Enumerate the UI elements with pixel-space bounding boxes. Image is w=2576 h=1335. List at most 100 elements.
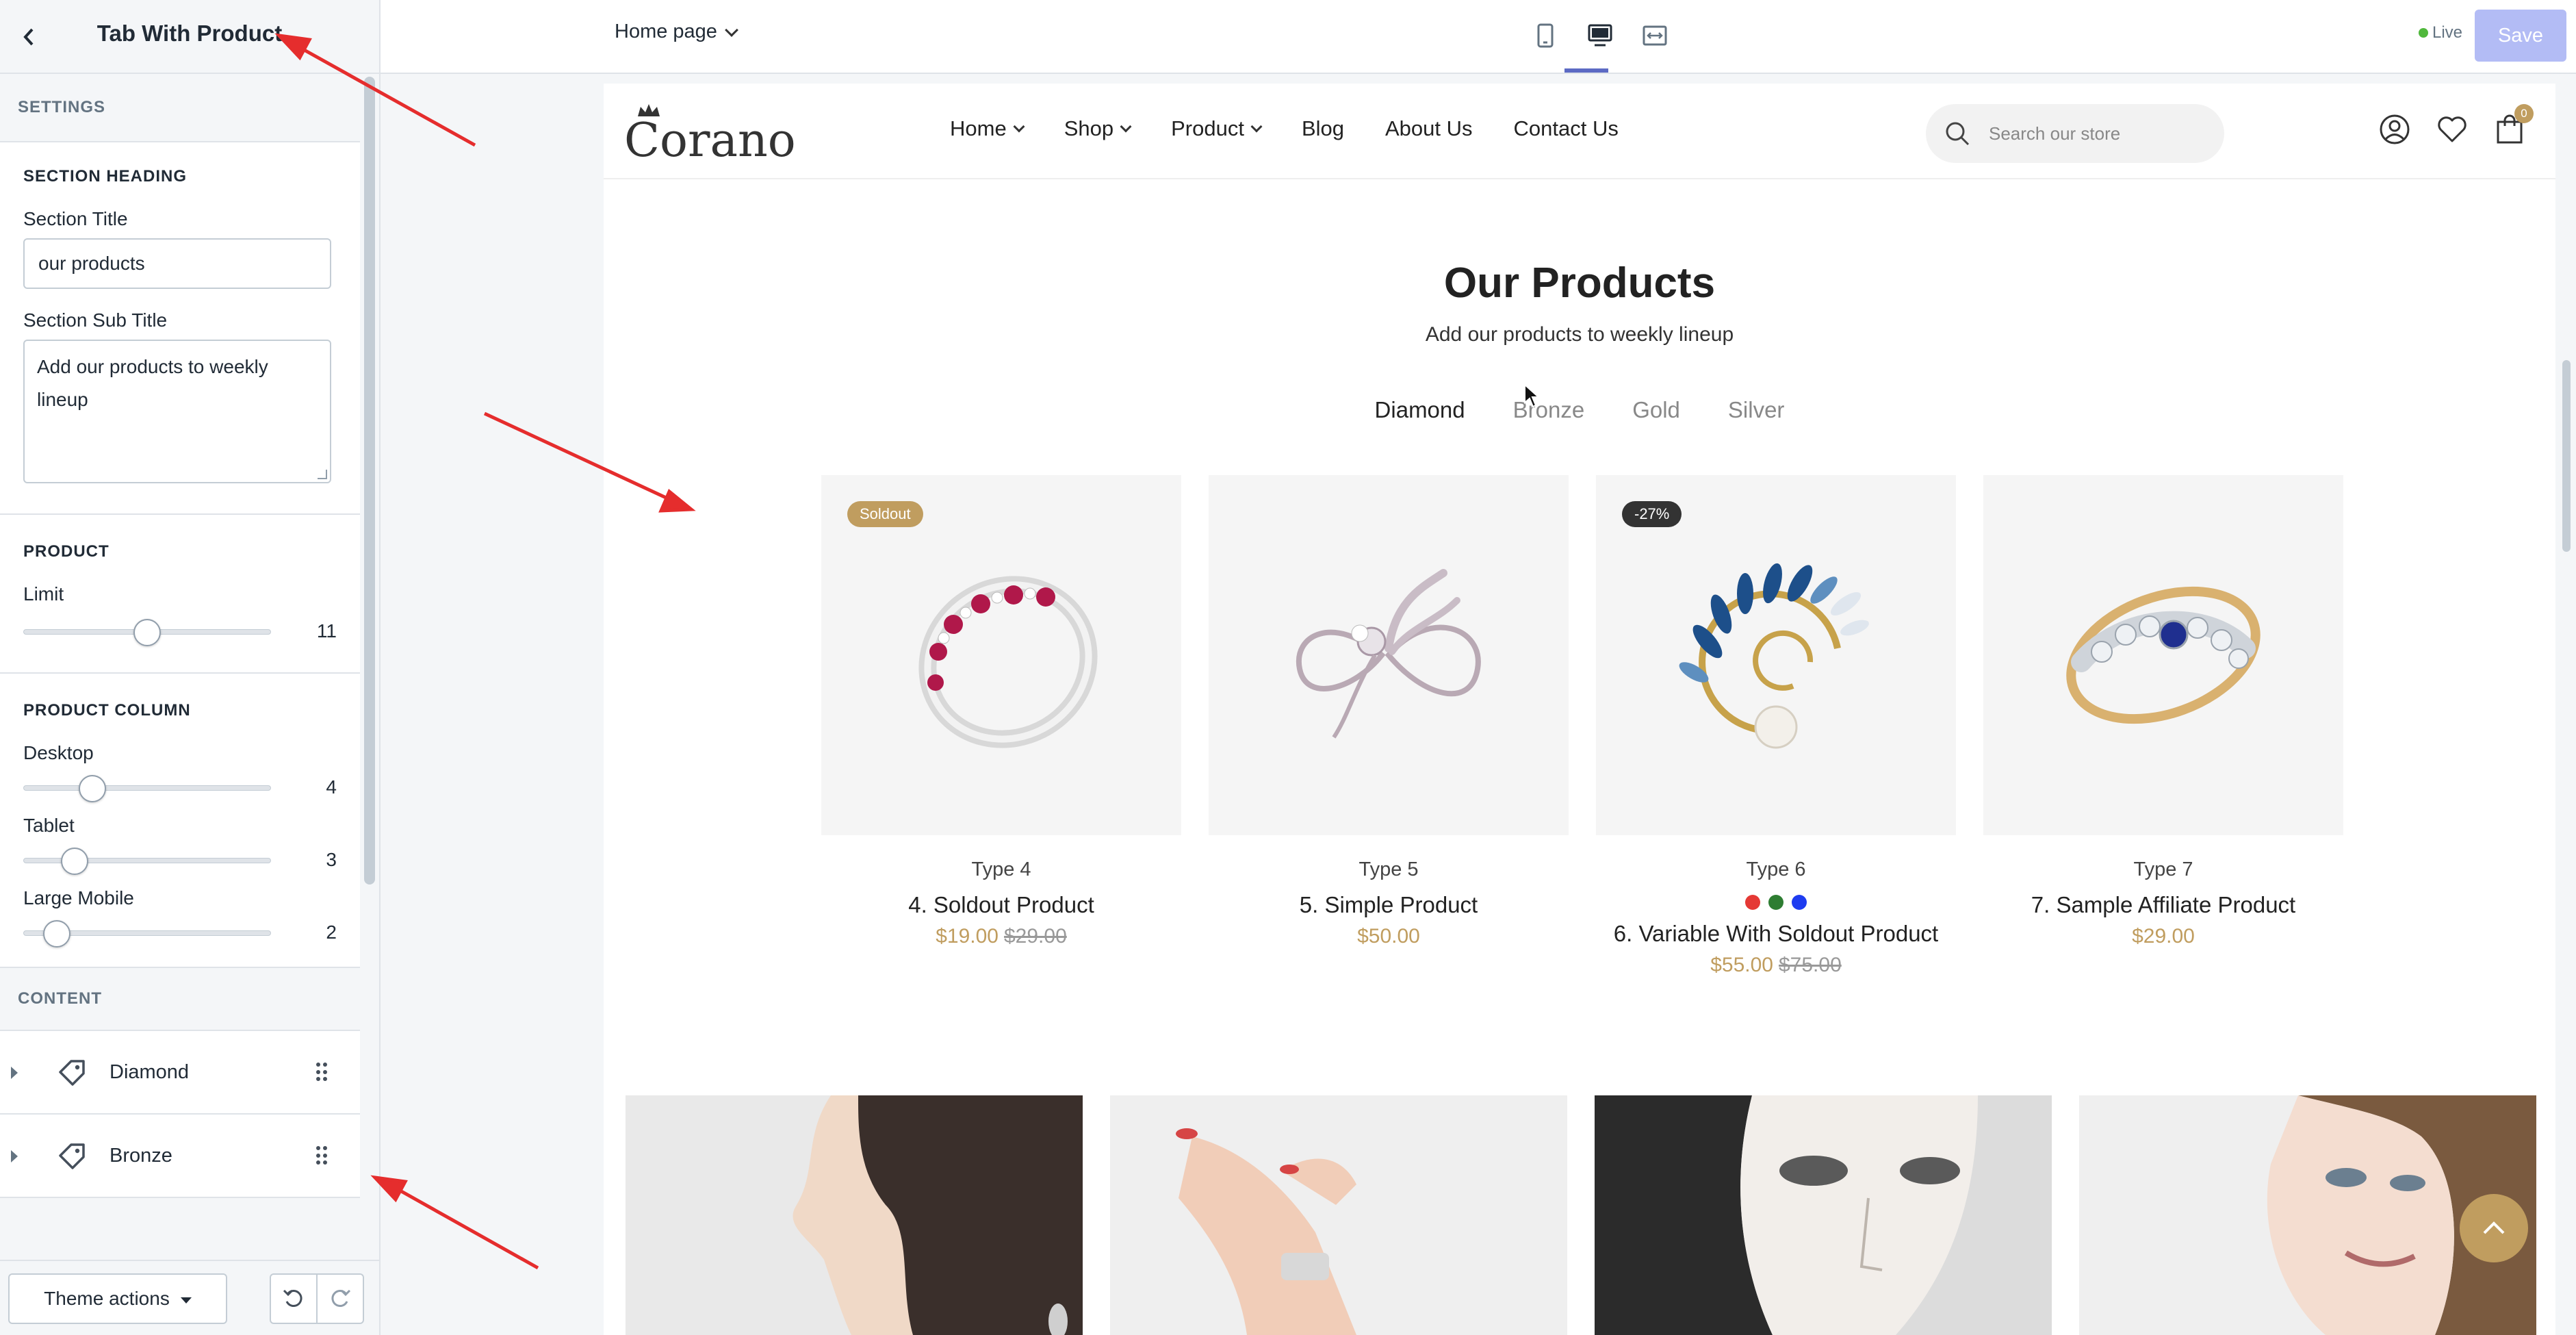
product-card[interactable]: Type 7 7. Sample Affiliate Product $29.0… — [1983, 475, 2343, 948]
mobile-view-button[interactable] — [1530, 19, 1560, 52]
nav-item-contact[interactable]: Contact Us — [1514, 116, 1619, 141]
product-price: $29.00 — [2132, 925, 2195, 948]
limit-slider[interactable]: 11 — [23, 611, 337, 652]
nav-label: Product — [1171, 116, 1244, 140]
section-title: Our Products — [1443, 259, 1716, 307]
block-label-bronze: Bronze — [110, 1144, 172, 1167]
product-card[interactable]: Soldout Type 4 4. Soldout Product $19.00… — [821, 475, 1181, 948]
product-type: Type 5 — [1358, 859, 1419, 880]
back-to-top-button[interactable] — [2460, 1194, 2528, 1262]
chevron-up-icon — [2483, 1221, 2505, 1234]
nav-item-home[interactable]: Home — [950, 116, 1025, 141]
chevron-down-icon — [725, 23, 738, 37]
desktop-slider[interactable]: 4 — [23, 767, 337, 808]
drag-handle-icon[interactable] — [316, 1063, 327, 1082]
large-mobile-slider[interactable]: 2 — [23, 912, 337, 953]
page-selector[interactable]: Home page — [615, 21, 738, 43]
tab-diamond[interactable]: Diamond — [1375, 397, 1465, 423]
sidebar-title: Tab With Product — [96, 21, 283, 46]
chevron-down-icon — [1250, 120, 1263, 133]
store-search-input[interactable]: Search our store — [1926, 104, 2224, 163]
product-card[interactable]: Type 5 5. Simple Product $50.00 — [1209, 475, 1569, 948]
tablet-value: 3 — [326, 849, 337, 870]
store-preview[interactable]: Corano Home Shop Product Blog About Us C… — [604, 84, 2555, 1335]
desktop-slider-track[interactable] — [23, 785, 271, 791]
user-icon — [2380, 114, 2410, 144]
store-logo[interactable]: Corano — [624, 114, 796, 168]
caret-down-icon — [180, 1297, 192, 1304]
banner-image-earring[interactable] — [626, 1095, 1083, 1335]
block-item-bronze[interactable]: Bronze — [0, 1115, 360, 1198]
product-name[interactable]: 5. Simple Product — [1209, 892, 1569, 918]
wishlist-button[interactable] — [2435, 111, 2469, 148]
theme-actions-button[interactable]: Theme actions — [8, 1273, 227, 1324]
product-image[interactable] — [1209, 475, 1569, 835]
banner-image-hand[interactable] — [1110, 1095, 1567, 1335]
limit-slider-thumb[interactable] — [133, 619, 161, 646]
cart-button[interactable]: 0 — [2493, 104, 2534, 148]
live-dot-icon — [2419, 28, 2428, 38]
product-name[interactable]: 4. Soldout Product — [821, 892, 1181, 918]
sidebar-settings-panel[interactable]: SETTINGS SECTION HEADING Section Title o… — [0, 74, 360, 1260]
product-image[interactable] — [1983, 475, 2343, 835]
product-image[interactable]: Soldout — [821, 475, 1181, 835]
account-button[interactable] — [2378, 111, 2412, 148]
fullwidth-view-button[interactable] — [1640, 19, 1670, 52]
mobile-icon — [1537, 23, 1554, 48]
section-subtitle-textarea[interactable]: Add our products to weekly lineup — [23, 340, 331, 483]
swatch-green[interactable] — [1768, 895, 1783, 910]
tablet-slider[interactable]: 3 — [23, 839, 337, 880]
redo-button[interactable] — [316, 1273, 364, 1324]
desktop-value: 4 — [326, 776, 337, 798]
product-name[interactable]: 7. Sample Affiliate Product — [1983, 892, 2343, 918]
sidebar-scrollbar[interactable] — [364, 77, 375, 885]
redo-icon — [331, 1289, 351, 1307]
undo-icon — [283, 1289, 302, 1307]
caret-right-icon[interactable] — [11, 1067, 18, 1079]
product-type: Type 4 — [971, 859, 1031, 880]
desktop-view-button[interactable] — [1585, 19, 1615, 52]
soldout-badge: Soldout — [847, 501, 923, 527]
product-name[interactable]: 6. Variable With Soldout Product — [1596, 921, 1956, 947]
swatch-blue[interactable] — [1792, 895, 1807, 910]
product-prices: $55.00 $75.00 — [1596, 954, 1956, 977]
save-button[interactable]: Save — [2475, 10, 2566, 62]
swatch-red[interactable] — [1745, 895, 1760, 910]
undo-button[interactable] — [270, 1273, 318, 1324]
product-card: PRODUCT Limit 11 — [0, 515, 360, 674]
product-type: Type 7 — [2133, 859, 2193, 880]
editor-topbar: Home page Live Save — [381, 0, 2576, 74]
preview-scrollbar[interactable] — [2562, 360, 2571, 552]
discount-badge: -27% — [1622, 501, 1682, 527]
product-prices: $50.00 — [1209, 925, 1569, 948]
section-subtitle: Add our products to weekly lineup — [1425, 323, 1734, 346]
section-subtitle-value: Add our products to weekly lineup — [37, 356, 268, 410]
section-heading-card: SECTION HEADING Section Title our produc… — [0, 142, 360, 515]
resize-handle-icon[interactable] — [318, 470, 327, 479]
search-placeholder: Search our store — [1989, 123, 2121, 144]
nav-label: Contact Us — [1513, 116, 1619, 140]
product-image[interactable]: -27% — [1596, 475, 1956, 835]
section-title-input[interactable]: our products — [23, 238, 331, 289]
tab-silver[interactable]: Silver — [1728, 397, 1785, 423]
caret-right-icon[interactable] — [11, 1150, 18, 1162]
product-tabs: Diamond Bronze Gold Silver — [604, 397, 2555, 423]
desktop-icon — [1588, 24, 1612, 47]
cart-count-badge: 0 — [2514, 104, 2534, 123]
chevron-down-icon — [1013, 120, 1025, 133]
nav-item-product[interactable]: Product — [1171, 116, 1263, 141]
tablet-slider-thumb[interactable] — [60, 848, 88, 875]
drag-handle-icon[interactable] — [316, 1146, 327, 1165]
tab-gold[interactable]: Gold — [1632, 397, 1680, 423]
nav-item-blog[interactable]: Blog — [1302, 116, 1344, 141]
woman-profile-image — [626, 1095, 1083, 1335]
flower-brooch-image — [1296, 569, 1481, 739]
block-item-diamond[interactable]: Diamond — [0, 1031, 360, 1115]
banner-image-face[interactable] — [1595, 1095, 2052, 1335]
desktop-slider-thumb[interactable] — [78, 775, 106, 802]
nav-item-about[interactable]: About Us — [1385, 116, 1473, 141]
large-mobile-slider-thumb[interactable] — [42, 920, 70, 948]
nav-item-shop[interactable]: Shop — [1064, 116, 1132, 141]
product-card[interactable]: -27% Type 6 6. Variable With Soldout Pro… — [1596, 475, 1956, 977]
ruby-ring-image — [918, 576, 1098, 748]
